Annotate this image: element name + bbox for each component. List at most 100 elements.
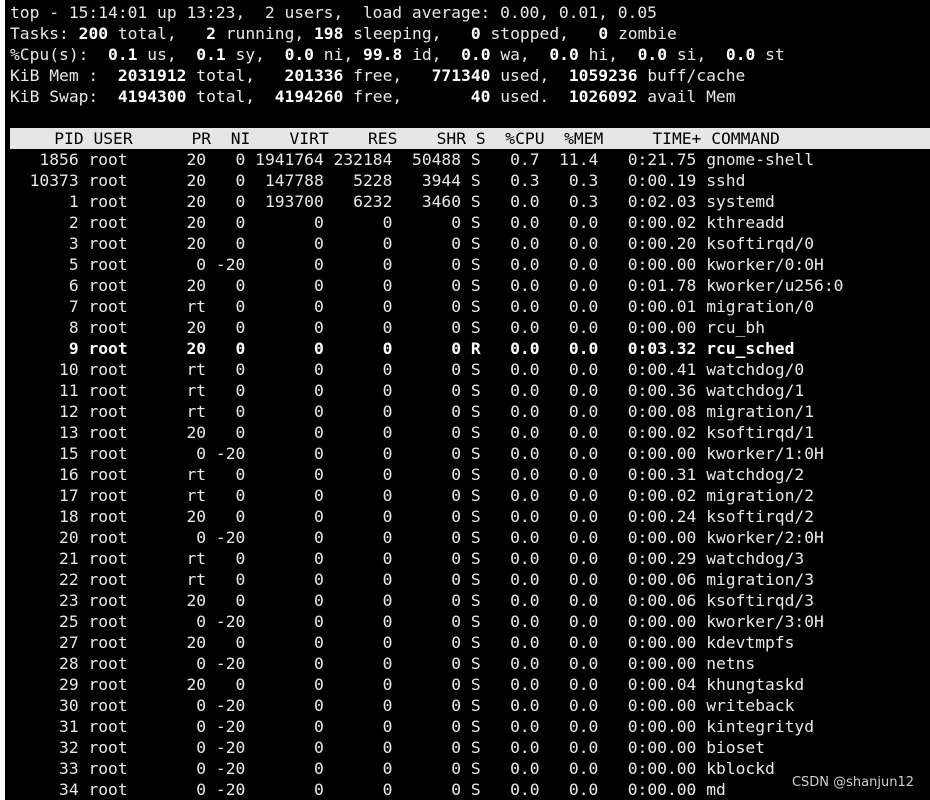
cell-ni: 0 xyxy=(215,318,246,337)
cell-pr: rt xyxy=(176,381,207,400)
process-row[interactable]: 16 root rt 0 0 0 0 S 0.0 0.0 0:00.31 wat… xyxy=(5,464,843,485)
process-row[interactable]: 11 root rt 0 0 0 0 S 0.0 0.0 0:00.36 wat… xyxy=(5,380,843,401)
cell-shr: 0 xyxy=(402,570,462,589)
process-row[interactable]: 20 root 0 -20 0 0 0 S 0.0 0.0 0:00.00 kw… xyxy=(5,527,843,548)
cell-pid: 30 xyxy=(29,696,79,715)
process-row[interactable]: 10 root rt 0 0 0 0 S 0.0 0.0 0:00.41 wat… xyxy=(5,359,843,380)
cell-command: migration/3 xyxy=(706,570,815,589)
cell--mem: 0.0 xyxy=(549,444,599,463)
cell-s: S xyxy=(470,423,481,442)
cpu-id: 99.8 xyxy=(363,45,403,64)
cell-res: 5228 xyxy=(333,171,393,190)
cell-s: S xyxy=(470,717,481,736)
cell-pr: 0 xyxy=(176,696,207,715)
process-row[interactable]: 3 root 20 0 0 0 0 S 0.0 0.0 0:00.20 ksof… xyxy=(5,233,843,254)
cell-time: 0:00.19 xyxy=(608,171,697,190)
tasks-running-label: running, xyxy=(225,24,305,43)
column-header-pid: PID xyxy=(34,129,84,148)
cell-command: writeback xyxy=(706,696,795,715)
process-row[interactable]: 31 root 0 -20 0 0 0 S 0.0 0.0 0:00.00 ki… xyxy=(5,716,843,737)
cell-s: S xyxy=(470,360,481,379)
cell-shr: 0 xyxy=(402,591,462,610)
cell--mem: 0.0 xyxy=(549,465,599,484)
cell-time: 0:00.20 xyxy=(608,234,697,253)
cell-shr: 0 xyxy=(402,549,462,568)
cell-virt: 0 xyxy=(255,696,324,715)
cell-time: 0:00.01 xyxy=(608,297,697,316)
cell-res: 0 xyxy=(333,570,393,589)
cell-pr: 0 xyxy=(176,255,207,274)
process-row[interactable]: 21 root rt 0 0 0 0 S 0.0 0.0 0:00.29 wat… xyxy=(5,548,843,569)
process-row[interactable]: 12 root rt 0 0 0 0 S 0.0 0.0 0:00.08 mig… xyxy=(5,401,843,422)
cell-ni: 0 xyxy=(215,465,246,484)
cell-time: 0:00.02 xyxy=(608,423,697,442)
cell-pr: 20 xyxy=(176,423,207,442)
cell-pr: rt xyxy=(176,570,207,589)
swap-free: 4194260 xyxy=(274,87,344,106)
process-row[interactable]: 1 root 20 0 193700 6232 3460 S 0.0 0.3 0… xyxy=(5,191,843,212)
cell--mem: 0.0 xyxy=(549,360,599,379)
process-row[interactable]: 25 root 0 -20 0 0 0 S 0.0 0.0 0:00.00 kw… xyxy=(5,611,843,632)
cell-pid: 10 xyxy=(29,360,79,379)
cell-user: root xyxy=(88,192,167,211)
cell--cpu: 0.0 xyxy=(490,591,540,610)
terminal-window[interactable]: top - 15:14:01 up 13:23, 2 users, load a… xyxy=(5,0,930,800)
cell-pr: 0 xyxy=(176,717,207,736)
process-row[interactable]: 15 root 0 -20 0 0 0 S 0.0 0.0 0:00.00 kw… xyxy=(5,443,843,464)
process-row[interactable]: 30 root 0 -20 0 0 0 S 0.0 0.0 0:00.00 wr… xyxy=(5,695,843,716)
process-row[interactable]: 13 root 20 0 0 0 0 S 0.0 0.0 0:00.02 kso… xyxy=(5,422,843,443)
cell-pr: rt xyxy=(176,402,207,421)
process-row[interactable]: 29 root 20 0 0 0 0 S 0.0 0.0 0:00.04 khu… xyxy=(5,674,843,695)
process-row[interactable]: 6 root 20 0 0 0 0 S 0.0 0.0 0:01.78 kwor… xyxy=(5,275,844,296)
process-row[interactable]: 34 root 0 -20 0 0 0 S 0.0 0.0 0:00.00 md xyxy=(5,779,843,800)
column-header-s: S xyxy=(475,129,486,148)
cell-command: kblockd xyxy=(706,759,775,778)
mem-total: 2031912 xyxy=(117,66,187,85)
cell-shr: 0 xyxy=(402,738,462,757)
process-row[interactable]: 23 root 20 0 0 0 0 S 0.0 0.0 0:00.06 kso… xyxy=(5,590,843,611)
cell-pr: rt xyxy=(176,297,207,316)
cell-s: S xyxy=(470,507,481,526)
cell-res: 0 xyxy=(333,255,393,274)
cell-res: 0 xyxy=(333,297,393,316)
process-row[interactable]: 28 root 0 -20 0 0 0 S 0.0 0.0 0:00.00 ne… xyxy=(5,653,843,674)
cell--mem: 0.0 xyxy=(549,339,599,358)
cell-pr: 20 xyxy=(176,318,207,337)
cell-pr: 0 xyxy=(176,528,207,547)
cell-shr: 3944 xyxy=(402,171,462,190)
column-header-shr: SHR xyxy=(407,129,467,148)
cell--mem: 0.0 xyxy=(549,234,599,253)
cell-pid: 20 xyxy=(29,528,79,547)
cell-s: S xyxy=(470,255,481,274)
process-row[interactable]: 17 root rt 0 0 0 0 S 0.0 0.0 0:00.02 mig… xyxy=(5,485,843,506)
process-row[interactable]: 22 root rt 0 0 0 0 S 0.0 0.0 0:00.06 mig… xyxy=(5,569,843,590)
process-row[interactable]: 2 root 20 0 0 0 0 S 0.0 0.0 0:00.02 kthr… xyxy=(5,212,843,233)
cell--cpu: 0.0 xyxy=(490,507,540,526)
cell-command: kdevtmpfs xyxy=(706,633,795,652)
cell-virt: 0 xyxy=(255,759,324,778)
process-row[interactable]: 1856 root 20 0 1941764 232184 50488 S 0.… xyxy=(5,149,843,170)
cell-command: gnome-shell xyxy=(706,150,815,169)
process-row[interactable]: 10373 root 20 0 147788 5228 3944 S 0.3 0… xyxy=(5,170,843,191)
process-row[interactable]: 33 root 0 -20 0 0 0 S 0.0 0.0 0:00.00 kb… xyxy=(5,758,843,779)
cell-pr: 20 xyxy=(176,171,207,190)
process-row[interactable]: 18 root 20 0 0 0 0 S 0.0 0.0 0:00.24 kso… xyxy=(5,506,843,527)
cell-user: root xyxy=(88,717,167,736)
cell-user: root xyxy=(88,360,167,379)
cell-res: 0 xyxy=(333,696,393,715)
cell-virt: 0 xyxy=(255,738,324,757)
cell-s: S xyxy=(470,150,481,169)
cell-shr: 50488 xyxy=(402,150,462,169)
cell-virt: 0 xyxy=(255,549,324,568)
process-row[interactable]: 5 root 0 -20 0 0 0 S 0.0 0.0 0:00.00 kwo… xyxy=(5,254,843,275)
process-row[interactable]: 7 root rt 0 0 0 0 S 0.0 0.0 0:00.01 migr… xyxy=(5,296,843,317)
cell-shr: 0 xyxy=(402,654,462,673)
process-row[interactable]: 27 root 20 0 0 0 0 S 0.0 0.0 0:00.00 kde… xyxy=(5,632,843,653)
cell-virt: 0 xyxy=(255,675,324,694)
tasks-total: 200 xyxy=(78,24,109,43)
process-row[interactable]: 9 root 20 0 0 0 0 R 0.0 0.0 0:03.32 rcu_… xyxy=(5,338,843,359)
cell-res: 6232 xyxy=(333,192,393,211)
process-row[interactable]: 32 root 0 -20 0 0 0 S 0.0 0.0 0:00.00 bi… xyxy=(5,737,843,758)
process-row[interactable]: 8 root 20 0 0 0 0 S 0.0 0.0 0:00.00 rcu_… xyxy=(5,317,843,338)
cell-ni: 0 xyxy=(215,507,246,526)
